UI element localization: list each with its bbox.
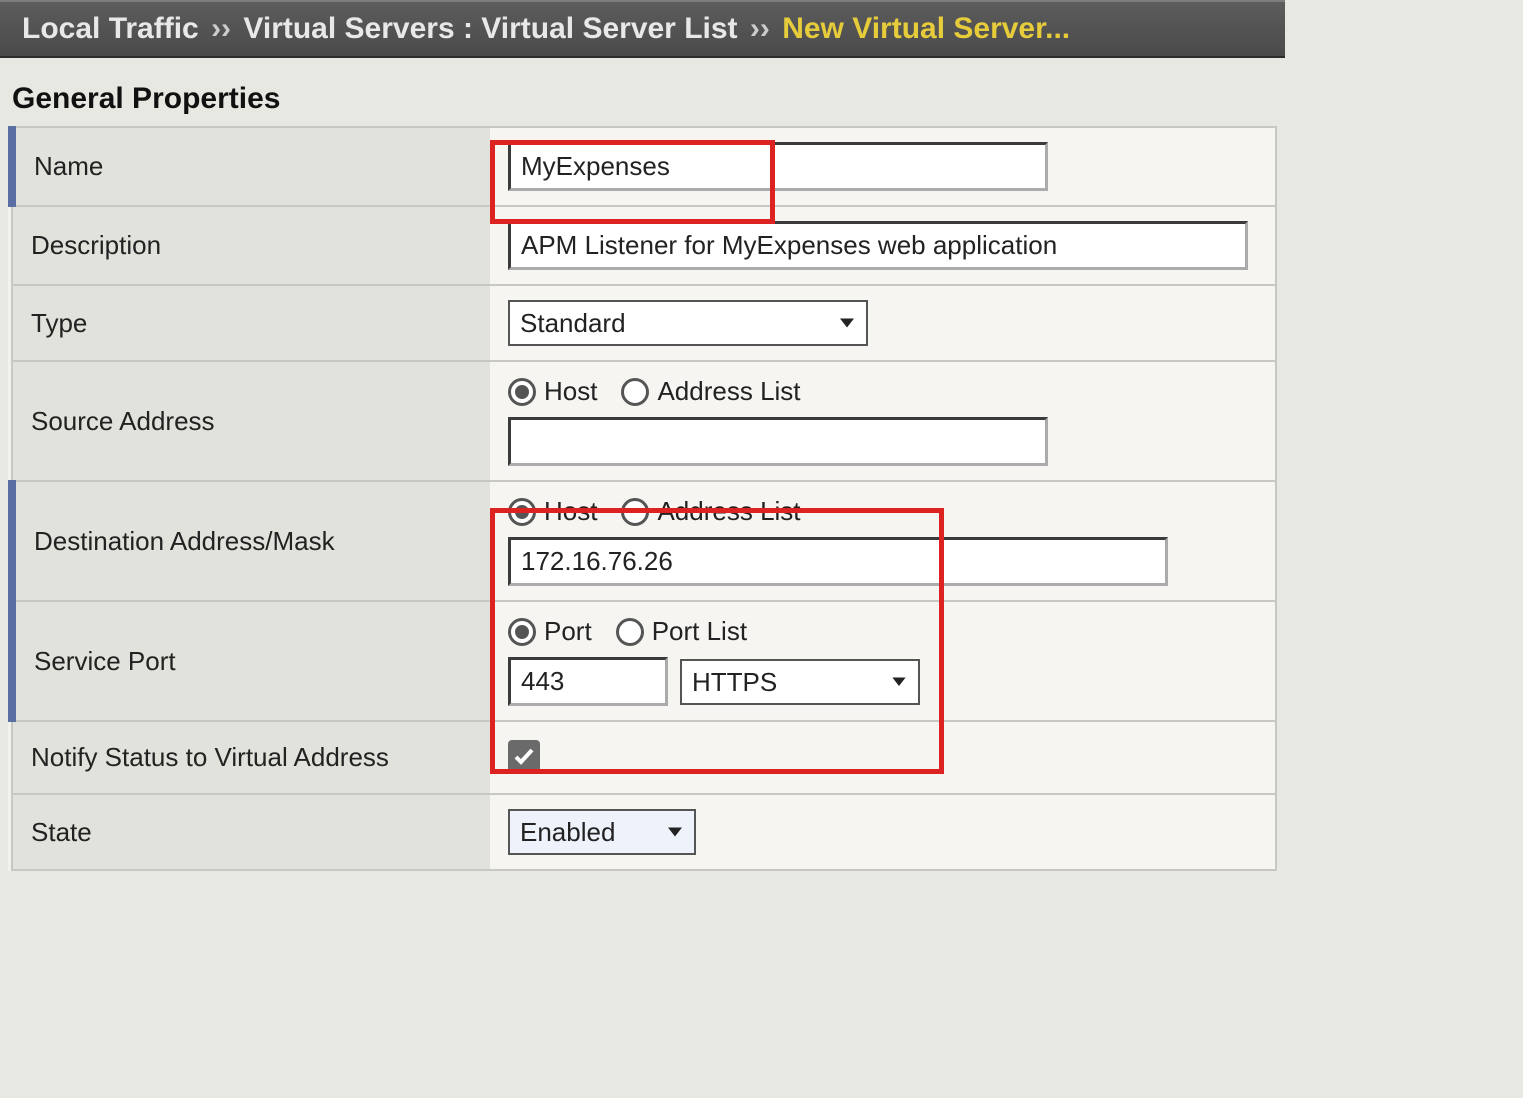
row-name: Name (12, 127, 1276, 206)
row-service-port: Service Port Port Port List (12, 601, 1276, 721)
name-input[interactable] (508, 142, 1048, 191)
dest-addresslist-radio[interactable] (621, 498, 649, 526)
row-type: Type Standard (12, 285, 1276, 361)
row-notify-status: Notify Status to Virtual Address (12, 721, 1276, 794)
destination-address-input[interactable] (508, 537, 1168, 586)
source-host-radio-label: Host (544, 376, 597, 407)
breadcrumb-sep-icon: ›› (211, 12, 231, 45)
label-destination-address: Destination Address/Mask (12, 481, 490, 601)
dest-host-radio[interactable] (508, 498, 536, 526)
label-state: State (12, 794, 490, 870)
breadcrumb-sep-icon: ›› (750, 12, 770, 45)
row-source-address: Source Address Host Address List (12, 361, 1276, 481)
source-host-radio[interactable] (508, 378, 536, 406)
state-select[interactable]: Enabled (508, 809, 696, 855)
portlist-radio-label: Port List (652, 616, 747, 647)
row-state: State Enabled (12, 794, 1276, 870)
source-address-input[interactable] (508, 417, 1048, 466)
breadcrumb-mid[interactable]: Virtual Servers : Virtual Server List (243, 12, 737, 45)
dest-host-radio-label: Host (544, 496, 597, 527)
port-radio[interactable] (508, 618, 536, 646)
breadcrumb-current: New Virtual Server... (782, 12, 1070, 45)
description-input[interactable] (508, 221, 1248, 270)
label-source-address: Source Address (12, 361, 490, 481)
row-description: Description (12, 206, 1276, 285)
section-title: General Properties (12, 82, 1277, 116)
dest-addresslist-radio-label: Address List (657, 496, 800, 527)
label-name: Name (12, 127, 490, 206)
port-radio-label: Port (544, 616, 592, 647)
label-description: Description (12, 206, 490, 285)
breadcrumb: Local Traffic ›› Virtual Servers : Virtu… (0, 0, 1285, 58)
service-port-input[interactable] (508, 657, 668, 706)
label-type: Type (12, 285, 490, 361)
check-icon (512, 744, 536, 768)
source-addresslist-radio-label: Address List (657, 376, 800, 407)
label-notify-status: Notify Status to Virtual Address (12, 721, 490, 794)
row-destination-address: Destination Address/Mask Host Address Li… (12, 481, 1276, 601)
portlist-radio[interactable] (616, 618, 644, 646)
source-addresslist-radio[interactable] (621, 378, 649, 406)
notify-status-checkbox[interactable] (508, 740, 540, 772)
label-service-port: Service Port (12, 601, 490, 721)
type-select[interactable]: Standard (508, 300, 868, 346)
service-port-protocol-select[interactable]: HTTPS (680, 659, 920, 705)
breadcrumb-root[interactable]: Local Traffic (22, 12, 199, 45)
